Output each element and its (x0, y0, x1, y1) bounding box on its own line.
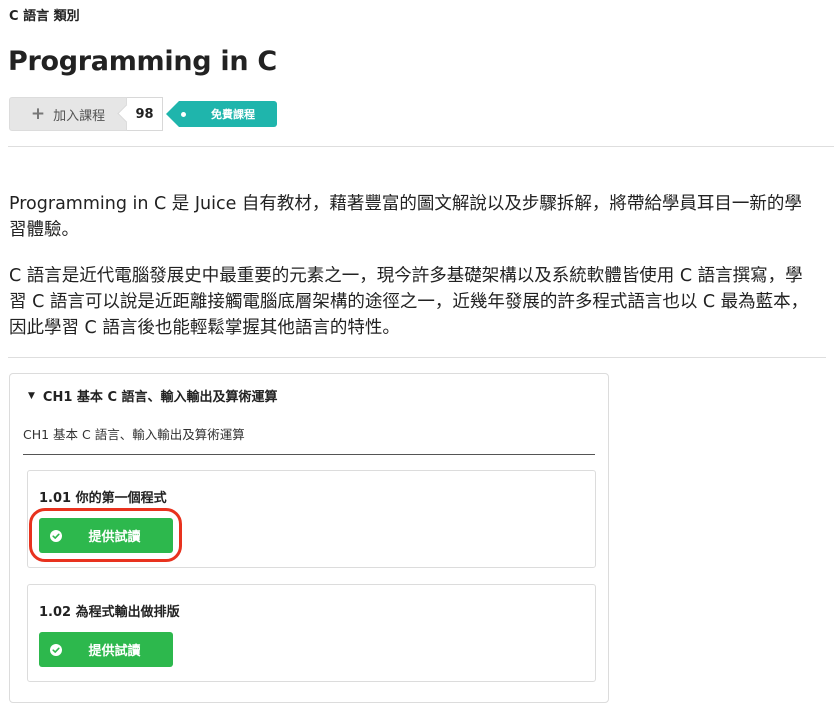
chapter-header[interactable]: ▼ CH1 基本 C 語言、輸入輸出及算術運算 (28, 386, 278, 405)
divider (8, 357, 826, 358)
trial-read-button[interactable]: 提供試讀 (39, 632, 173, 667)
chapter-subtitle: CH1 基本 C 語言、輸入輸出及算術運算 (23, 427, 245, 442)
lesson-card: 1.02 為程式輸出做排版 提供試讀 (27, 584, 596, 682)
free-course-label: 免費課程 (211, 108, 255, 121)
free-course-tag[interactable]: 免費課程 (166, 101, 277, 127)
tag-dot-icon (181, 112, 186, 117)
lesson-card: 1.01 你的第一個程式 提供試讀 (27, 470, 596, 568)
description-paragraph: C 語言是近代電腦發展史中最重要的元素之一，現今許多基礎架構以及系統軟體皆使用 … (9, 266, 809, 338)
breadcrumb[interactable]: C 語言 類別 (9, 5, 80, 24)
trial-read-label: 提供試讀 (88, 530, 141, 545)
check-circle-icon (50, 529, 62, 542)
add-course-label: 加入課程 (53, 108, 106, 124)
chapter-title: CH1 基本 C 語言、輸入輸出及算術運算 (42, 390, 278, 405)
plus-icon: + (30, 103, 46, 124)
page-title: Programming in C (8, 46, 277, 77)
divider (8, 146, 834, 147)
description-paragraph: Programming in C 是 Juice 自有教材，藉著豐富的圖文解說以… (9, 194, 802, 240)
trial-read-button[interactable]: 提供試讀 (39, 518, 173, 553)
chapter-divider (23, 454, 595, 455)
trial-read-label: 提供試讀 (88, 644, 141, 659)
course-count: 98 (127, 97, 163, 131)
course-actions: + 加入課程 98 免費課程 (9, 97, 277, 131)
add-course-button[interactable]: + 加入課程 (9, 97, 127, 131)
lesson-title[interactable]: 1.01 你的第一個程式 (39, 487, 167, 506)
caret-down-icon: ▼ (28, 390, 35, 401)
check-circle-icon (50, 643, 62, 656)
lesson-title[interactable]: 1.02 為程式輸出做排版 (39, 601, 180, 620)
chapter-panel: ▼ CH1 基本 C 語言、輸入輸出及算術運算 CH1 基本 C 語言、輸入輸出… (9, 373, 609, 703)
